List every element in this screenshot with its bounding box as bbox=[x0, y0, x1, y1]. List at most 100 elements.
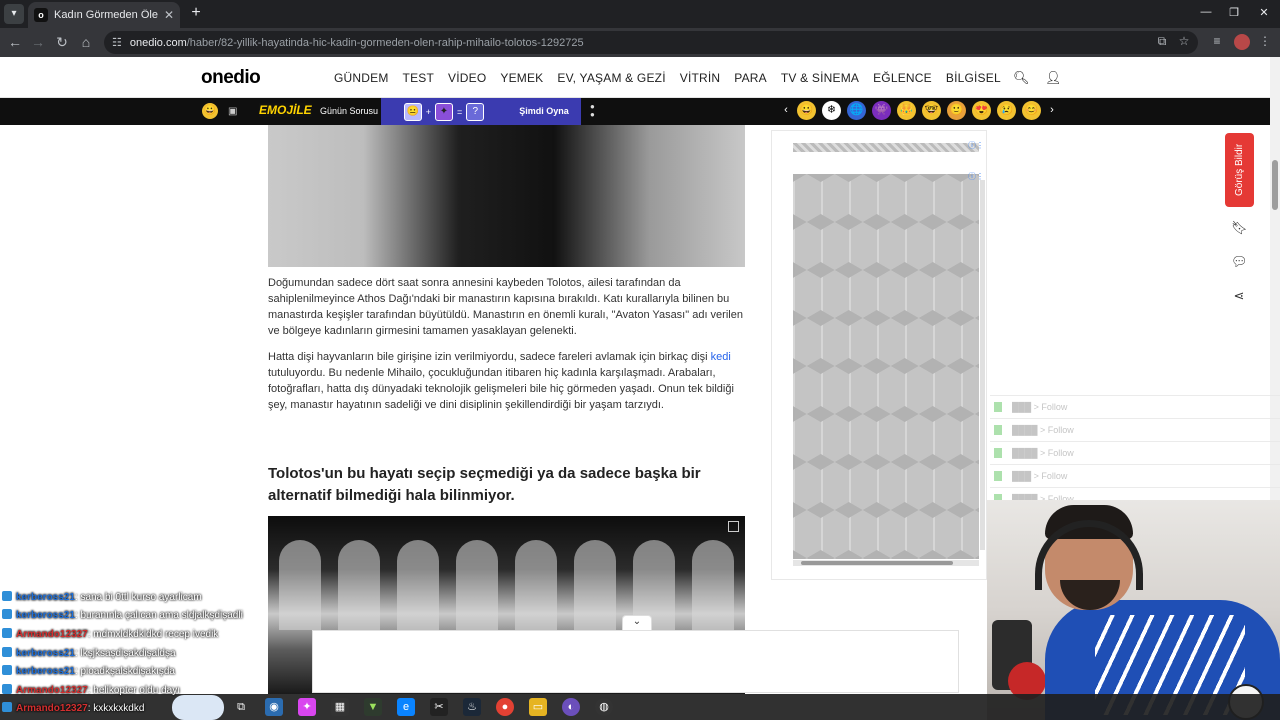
menu-item-test[interactable]: TEST bbox=[403, 71, 434, 85]
share-icon[interactable]: ⋖ bbox=[1231, 288, 1247, 304]
article-photo-monk bbox=[268, 125, 745, 267]
emoji-item[interactable]: 👾 bbox=[872, 101, 891, 120]
search-icon[interactable]: 🔍︎ bbox=[1013, 70, 1030, 86]
emoji-item[interactable]: 🙂 bbox=[947, 101, 966, 120]
browser-tab[interactable]: o Kadın Görmeden Ölen Rahip: M ✕ bbox=[28, 2, 180, 28]
chat-message: kerbeross21: lkşjksaşdişakdişaldşa bbox=[2, 645, 176, 663]
store-icon[interactable]: ▦ bbox=[331, 698, 349, 716]
ad-banner-top[interactable] bbox=[793, 143, 979, 152]
back-icon[interactable]: ← bbox=[6, 34, 24, 50]
home-icon[interactable]: ⌂ bbox=[77, 34, 95, 50]
install-app-icon[interactable]: ⧉ bbox=[1153, 34, 1171, 49]
ad-vertical-scrollbar[interactable] bbox=[980, 180, 985, 550]
prev-arrow-icon[interactable]: ‹ bbox=[781, 101, 791, 120]
follow-alert: ███ > Follow bbox=[990, 464, 1280, 486]
obs-icon[interactable]: ◍ bbox=[595, 698, 613, 716]
restore-icon[interactable]: ❐ bbox=[1224, 6, 1244, 19]
emoji-item[interactable]: 🤓 bbox=[922, 101, 941, 120]
new-tab-icon[interactable]: + bbox=[186, 4, 206, 22]
tab-search-icon[interactable]: ▾ bbox=[4, 4, 24, 24]
game-icon[interactable]: ▣ bbox=[228, 106, 237, 117]
article-paragraph-1: Doğumundan sadece dört saat sonra annesi… bbox=[268, 277, 743, 337]
app-icon[interactable]: ◐ bbox=[562, 698, 580, 716]
task-view-icon[interactable]: ⧉ bbox=[232, 698, 250, 716]
chat-message: Armando12327: mdmxldkdkldkd recep ivedik bbox=[2, 626, 218, 644]
emoji-reactions-row: ‹ 😀 ❄ 🌐 👾 👑 🤓 🙂 😍 😢 😊 › bbox=[781, 101, 1057, 120]
emoji-item[interactable]: ❄ bbox=[822, 101, 841, 120]
chat-message: kerbeross21: pioadkşalskdişakışda bbox=[2, 663, 175, 681]
menu-item-ev-yasam[interactable]: EV, YAŞAM & GEZİ bbox=[557, 71, 665, 85]
emoji-item[interactable]: 😀 bbox=[797, 101, 816, 120]
expand-image-icon[interactable] bbox=[728, 521, 739, 532]
follow-alert: ████ > Follow bbox=[990, 441, 1280, 463]
close-tab-icon[interactable]: ✕ bbox=[164, 8, 174, 22]
plus-sign: + bbox=[425, 106, 431, 117]
chat-message: Armando12327: kxkxkxkdkd bbox=[2, 700, 144, 718]
address-bar[interactable]: ☷ onedio.com/haber/82-yillik-hayatinda-h… bbox=[104, 31, 1198, 54]
close-window-icon[interactable]: ✕ bbox=[1254, 6, 1274, 19]
reload-icon[interactable]: ↻ bbox=[53, 34, 71, 51]
chat-message: kerbeross21: sana bi 0ttl kurso ayarlica… bbox=[2, 589, 202, 607]
menu-item-bilgisel[interactable]: BİLGİSEL bbox=[946, 71, 1001, 85]
equals-sign: = bbox=[457, 106, 463, 117]
chrome-icon[interactable]: ● bbox=[496, 698, 514, 716]
emoji-item[interactable]: 🌐 bbox=[847, 101, 866, 120]
article-subheading: Tolotos'un bu hayatı seçip seçmediği ya … bbox=[268, 465, 701, 504]
arches-detail bbox=[270, 540, 743, 630]
emojile-logo[interactable]: EMOJİLE bbox=[259, 103, 312, 117]
ad-banner-body[interactable] bbox=[793, 174, 979, 559]
more-dots-icon[interactable]: ● ● bbox=[590, 103, 595, 119]
puzzle-emoji-1: 😐 bbox=[403, 102, 422, 121]
bottom-ad-banner[interactable] bbox=[312, 630, 959, 693]
emoji-strip bbox=[0, 98, 1270, 125]
emoji-item[interactable]: 😊 bbox=[1022, 101, 1041, 120]
emoji-item[interactable]: 👑 bbox=[897, 101, 916, 120]
capcut-icon[interactable]: ✂ bbox=[430, 698, 448, 716]
menu-item-vitrin[interactable]: VİTRİN bbox=[680, 71, 721, 85]
url-text: onedio.com/haber/82-yillik-hayatinda-hic… bbox=[129, 36, 584, 49]
file-explorer-icon[interactable]: ▭ bbox=[529, 698, 547, 716]
kedi-link[interactable]: kedi bbox=[711, 351, 731, 363]
edge-icon[interactable]: e bbox=[397, 698, 415, 716]
emoji-puzzle[interactable]: 😐 + ✦ = ? bbox=[381, 98, 507, 125]
steam-icon[interactable]: ♨ bbox=[463, 698, 481, 716]
site-logo[interactable]: onedio bbox=[201, 67, 261, 89]
menu-item-gundem[interactable]: GÜNDEM bbox=[334, 71, 389, 85]
menu-item-video[interactable]: VİDEO bbox=[448, 71, 486, 85]
feedback-button[interactable]: Görüş Bildir bbox=[1225, 133, 1254, 207]
next-arrow-icon[interactable]: › bbox=[1047, 101, 1057, 120]
site-info-icon[interactable]: ☷ bbox=[112, 36, 122, 49]
ad-horizontal-scrollbar[interactable] bbox=[793, 560, 979, 566]
chat-message: kerbeross21: buranınla çalıcan ama sldja… bbox=[2, 607, 243, 625]
follow-alert: ███ > Follow bbox=[990, 395, 1280, 417]
emoji-logo-icon[interactable]: 😀 bbox=[202, 103, 218, 119]
emoji-item[interactable]: 😢 bbox=[997, 101, 1016, 120]
menu-item-para[interactable]: PARA bbox=[734, 71, 767, 85]
user-icon[interactable]: 👤︎ bbox=[1045, 70, 1062, 86]
browser-toolbar: ← → ↻ ⌂ ☷ onedio.com/haber/82-yillik-hay… bbox=[0, 28, 1280, 57]
bookmark-icon[interactable]: 🔖︎ bbox=[1231, 220, 1248, 236]
page-scrollbar-thumb[interactable] bbox=[1272, 160, 1278, 210]
collapse-ad-icon[interactable]: ⌄ bbox=[622, 615, 652, 631]
minimize-icon[interactable]: — bbox=[1196, 6, 1216, 18]
menu-item-tv-sinema[interactable]: TV & SİNEMA bbox=[781, 71, 859, 85]
profile-avatar[interactable] bbox=[1234, 34, 1250, 50]
emoji-item[interactable]: 😍 bbox=[972, 101, 991, 120]
cat-widget-icon[interactable] bbox=[172, 695, 224, 720]
gunun-sorusu-label[interactable]: Günün Sorusu bbox=[320, 106, 378, 116]
simdi-oyna-button[interactable]: Şimdi Oyna bbox=[507, 98, 581, 125]
menu-item-yemek[interactable]: YEMEK bbox=[500, 71, 543, 85]
article-paragraph-2: Hatta dişi hayvanların bile girişine izi… bbox=[268, 351, 734, 411]
browser-menu-icon[interactable]: ⋮ bbox=[1256, 34, 1274, 48]
copilot-icon[interactable]: ✦ bbox=[298, 698, 316, 716]
follow-alert: ████ > Follow bbox=[990, 418, 1280, 440]
forward-icon[interactable]: → bbox=[29, 34, 47, 50]
ad-info-icon[interactable]: ⓘ⋮ bbox=[968, 140, 984, 151]
puzzle-emoji-2: ✦ bbox=[435, 102, 453, 121]
media-control-icon[interactable]: ≡ bbox=[1208, 34, 1226, 48]
app-icon[interactable]: ▼ bbox=[364, 698, 382, 716]
bookmark-star-icon[interactable]: ☆ bbox=[1175, 34, 1193, 48]
menu-item-eglence[interactable]: EĞLENCE bbox=[873, 71, 932, 85]
app-icon[interactable]: ◉ bbox=[265, 698, 283, 716]
comments-icon[interactable]: 💬︎ bbox=[1231, 254, 1248, 270]
